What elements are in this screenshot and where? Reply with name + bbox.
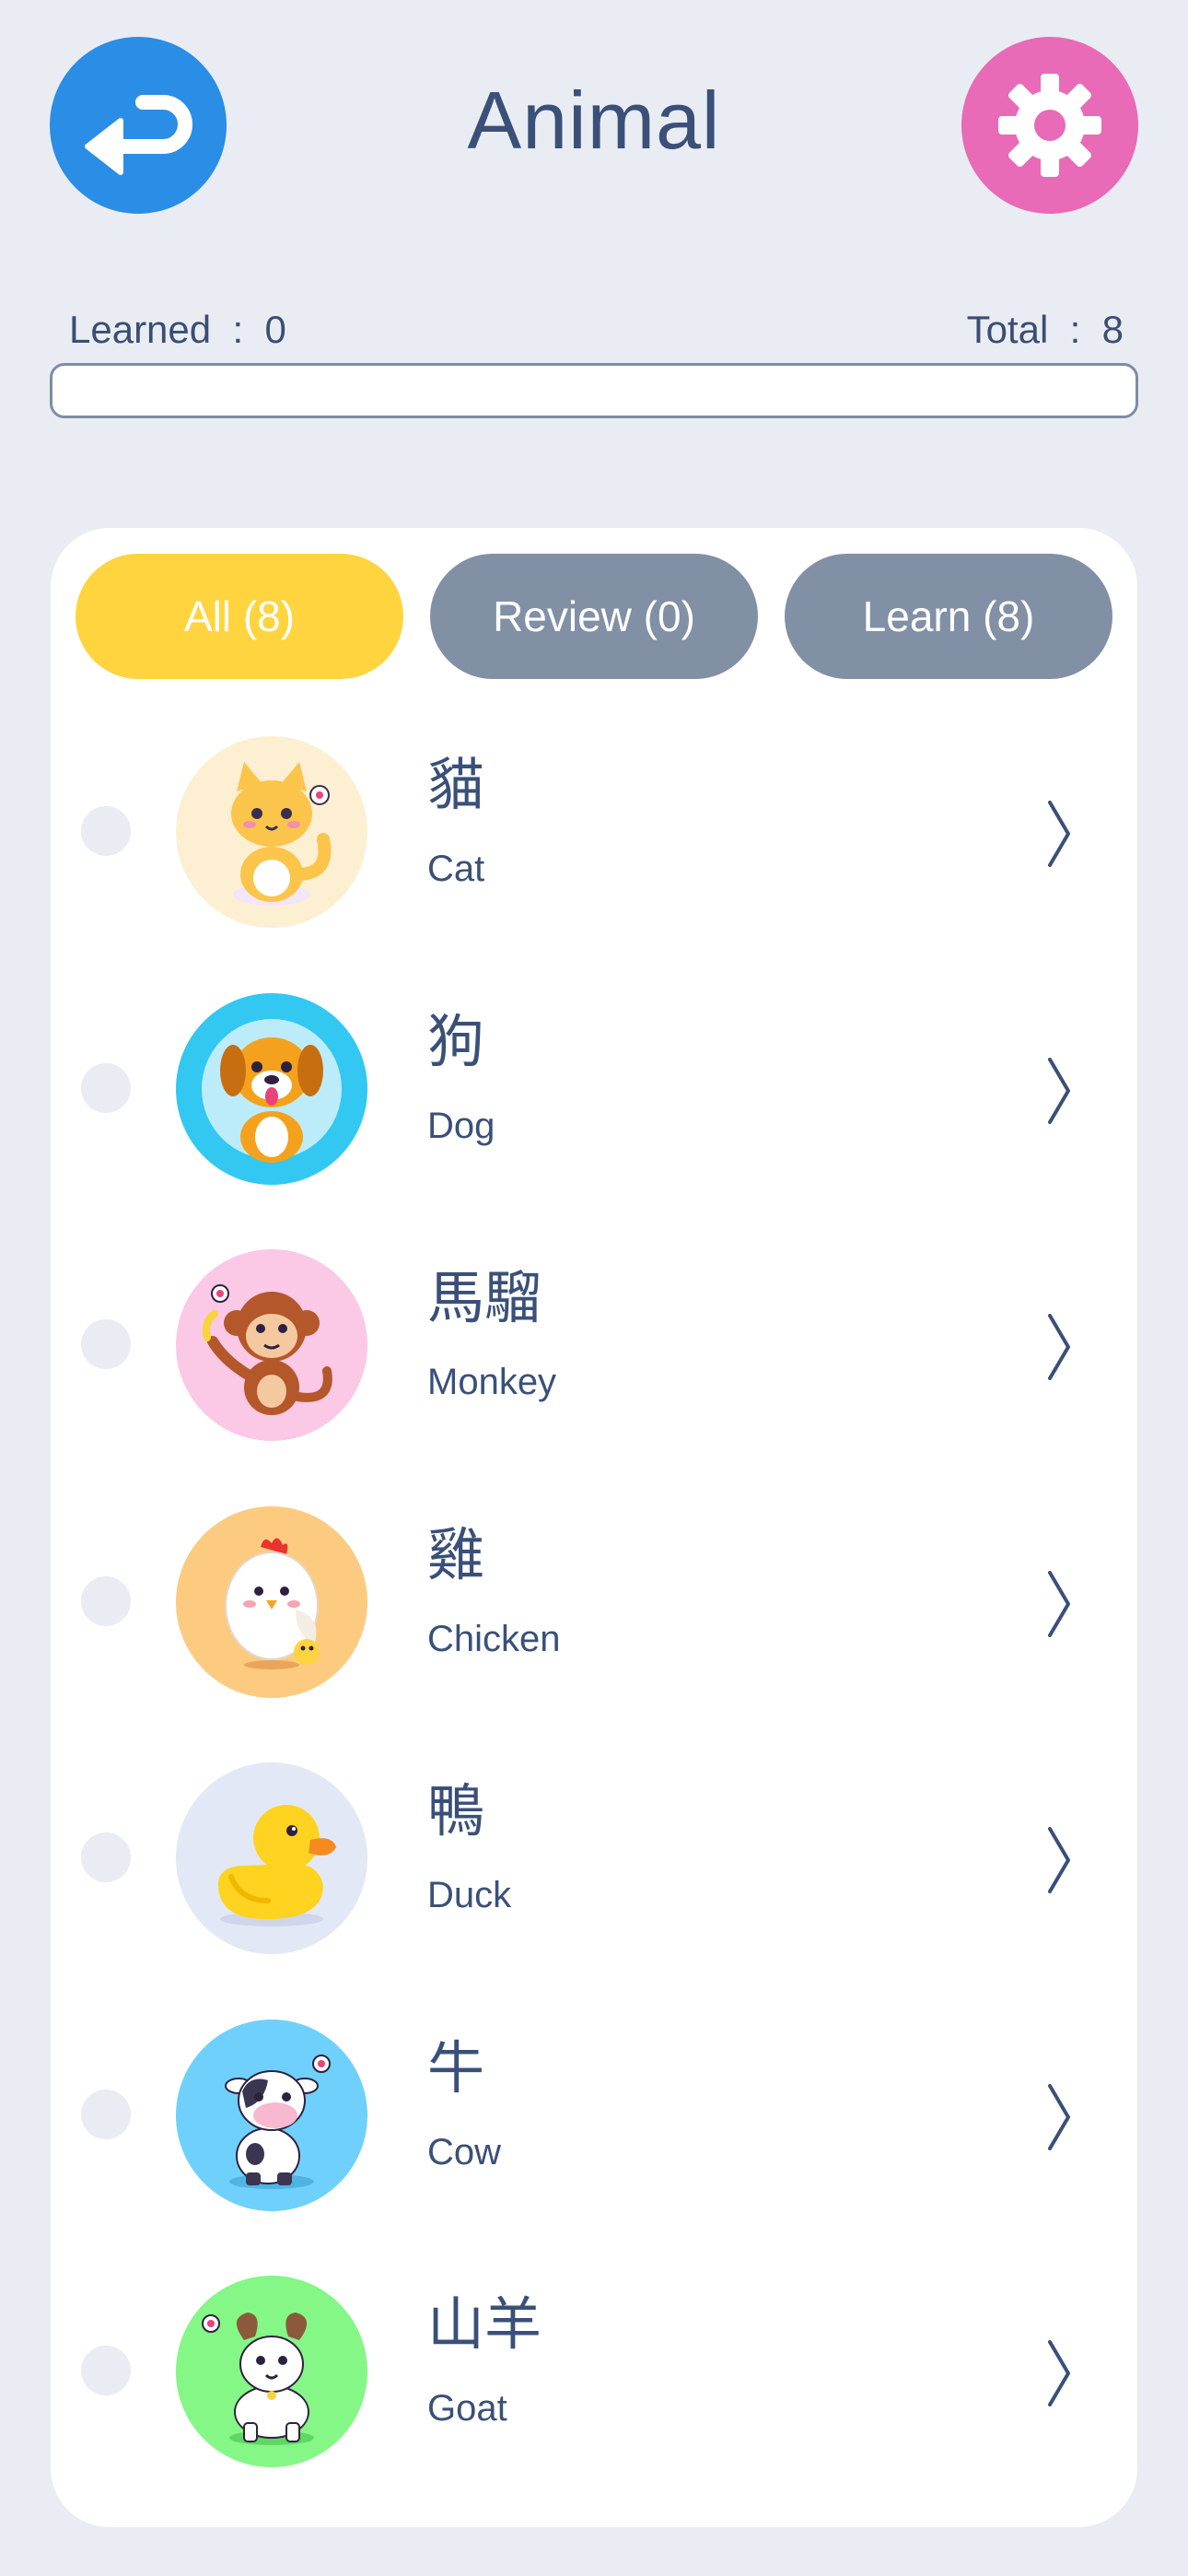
list-item[interactable]: 牛 Cow [51, 1996, 1137, 2253]
word-english: Dog [427, 1105, 495, 1146]
learned-checkbox[interactable] [81, 2089, 131, 2139]
tab-all[interactable]: All (8) [76, 554, 403, 679]
word-chinese: 狗 [427, 1007, 485, 1075]
settings-button[interactable] [961, 37, 1138, 214]
tab-learn[interactable]: Learn (8) [785, 554, 1112, 679]
word-english: Duck [427, 1875, 512, 1915]
learned-checkbox[interactable] [81, 806, 131, 856]
duck-icon [176, 1762, 367, 1954]
header: Animal [0, 0, 1188, 258]
monkey-icon [176, 1249, 367, 1441]
word-chinese: 鴨 [427, 1777, 485, 1844]
word-chinese: 馬騮 [427, 1264, 542, 1331]
chevron-right-icon[interactable] [1041, 797, 1077, 871]
list-item[interactable]: 馬騮 Monkey [51, 1225, 1137, 1482]
list-item[interactable]: 狗 Dog [51, 969, 1137, 1226]
progress-labels: Learned : 0 Total : 8 [69, 308, 1124, 359]
word-list: 貓 Cat 狗 Dog 馬騮 Monkey 雞 Chicken 鴨 Duck 牛… [51, 712, 1137, 2509]
learned-checkbox[interactable] [81, 2346, 131, 2395]
goat-icon [176, 2276, 367, 2467]
learned-checkbox[interactable] [81, 1319, 131, 1369]
learned-count: Learned : 0 [69, 308, 286, 351]
list-item[interactable]: 山羊 Goat [51, 2252, 1137, 2509]
word-english: Chicken [427, 1618, 561, 1659]
chevron-right-icon[interactable] [1041, 2080, 1077, 2154]
chevron-right-icon[interactable] [1041, 2336, 1077, 2410]
word-chinese: 山羊 [427, 2290, 542, 2358]
list-item[interactable]: 鴨 Duck [51, 1739, 1137, 1996]
chevron-right-icon[interactable] [1041, 1823, 1077, 1897]
word-chinese: 牛 [427, 2033, 485, 2102]
learned-checkbox[interactable] [81, 1575, 131, 1626]
learned-checkbox[interactable] [81, 1062, 131, 1113]
cat-icon [176, 736, 367, 928]
list-item[interactable]: 貓 Cat [51, 712, 1137, 969]
word-english: Cow [427, 2131, 502, 2172]
chicken-icon [176, 1505, 367, 1698]
tab-review[interactable]: Review (0) [430, 554, 758, 679]
chevron-right-icon[interactable] [1041, 1310, 1077, 1384]
word-chinese: 貓 [427, 751, 485, 818]
cow-icon [176, 2019, 367, 2211]
progress-bar [50, 363, 1138, 418]
chevron-right-icon[interactable] [1041, 1567, 1077, 1641]
word-list-card: All (8) Review (0) Learn (8) 貓 Cat 狗 Dog… [51, 528, 1137, 2527]
word-english: Cat [427, 849, 485, 889]
word-english: Monkey [427, 1362, 557, 1402]
filter-tabs: All (8) Review (0) Learn (8) [76, 554, 1112, 679]
learned-checkbox[interactable] [81, 1832, 131, 1882]
gear-icon [998, 74, 1101, 177]
dog-icon [176, 992, 367, 1185]
word-english: Goat [427, 2388, 507, 2429]
word-chinese: 雞 [427, 1520, 485, 1588]
chevron-right-icon[interactable] [1041, 1054, 1077, 1128]
total-count: Total : 8 [966, 308, 1124, 351]
list-item[interactable]: 雞 Chicken [51, 1482, 1137, 1739]
